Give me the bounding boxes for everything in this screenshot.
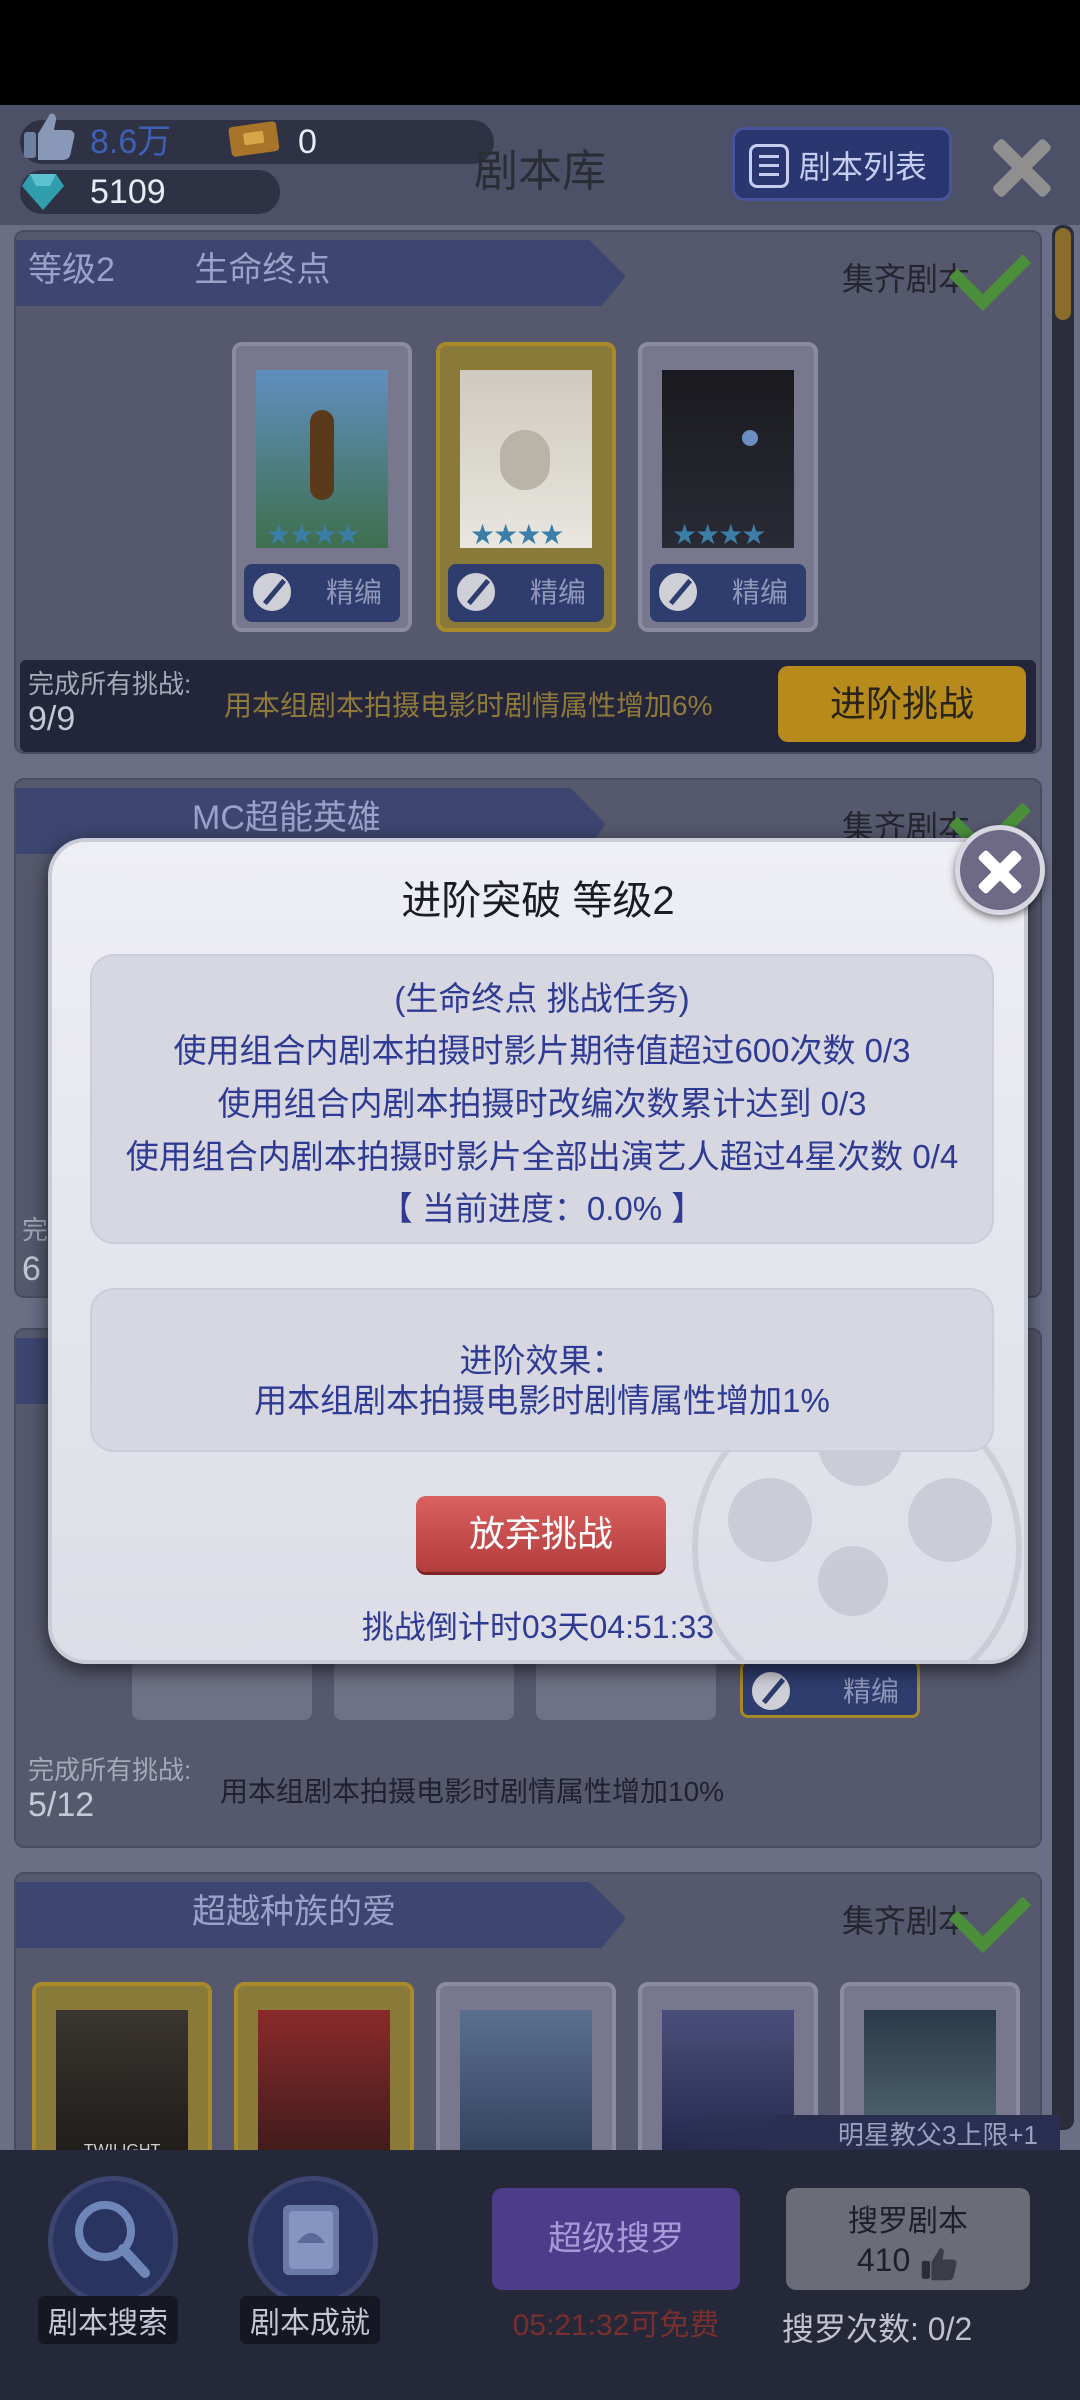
super-search-button[interactable]: 超级搜罗: [492, 2188, 740, 2290]
pen-icon: [749, 1669, 793, 1713]
script-card[interactable]: TWILIGHT: [32, 1982, 212, 2166]
slot-indicator: [334, 1660, 514, 1720]
tickets-value: 0: [298, 123, 317, 161]
group-effect: 用本组剧本拍摄电影时剧情属性增加10%: [220, 1776, 725, 1807]
advance-effect-box: 进阶效果： 用本组剧本拍摄电影时剧情属性增加1%: [90, 1288, 994, 1452]
abandon-challenge-button[interactable]: 放弃挑战: [416, 1496, 666, 1572]
diamond-icon: [22, 174, 64, 210]
search-cost-value: 410: [856, 2242, 911, 2278]
page-title: 剧本库: [474, 147, 606, 196]
reel-hole: [728, 1478, 812, 1562]
group-name: 超越种族的爱: [192, 1893, 396, 1931]
group-name: MC超能英雄: [192, 799, 381, 837]
pen-icon: [250, 570, 294, 614]
group-effect: 用本组剧本拍摄电影时剧情属性增加6%: [224, 690, 713, 721]
diamond-counter: 5109: [20, 170, 280, 214]
script-search-button[interactable]: [48, 2176, 178, 2306]
challenge-task-box: (生命终点 挑战任务) 使用组合内剧本拍摄时影片期待值超过600次数 0/3 使…: [90, 954, 994, 1244]
advance-breakthrough-dialog: 进阶突破 等级2 (生命终点 挑战任务) 使用组合内剧本拍摄时影片期待值超过60…: [48, 838, 1028, 1664]
edit-button[interactable]: 精编: [244, 564, 400, 622]
task-header: (生命终点 挑战任务): [394, 980, 690, 1017]
edit-label: 精编: [325, 577, 382, 608]
star-bonus-banner: 明星教父3上限+1: [680, 2115, 1060, 2155]
slot-indicator: [536, 1660, 716, 1720]
magnifier-icon: [75, 2201, 150, 2278]
script-group-panel: 等级2 生命终点 集齐剧本 ★★★★ 精编 ★★★★ 精编 ★★★★ 精编 完成…: [14, 228, 1042, 754]
close-icon[interactable]: [955, 825, 1045, 915]
current-progress: 【 当前进度：0.0% 】: [379, 1190, 705, 1227]
thumbs-up-icon: [24, 113, 75, 160]
free-timer: 05:21:32可免费: [512, 2309, 720, 2342]
challenge-progress-row: 完成所有挑战: 9/9 用本组剧本拍摄电影时剧情属性增加6% 进阶挑战: [20, 660, 1036, 752]
effect-text: 用本组剧本拍摄电影时剧情属性增加1%: [254, 1382, 830, 1419]
advance-challenge-button[interactable]: 进阶挑战: [778, 666, 1026, 742]
game-screen: 8.6万 0 5109 剧本库 剧本列表 等级2 生命终点 集齐剧本 ★★★★ …: [0, 0, 1080, 2400]
edit-button[interactable]: 精编: [650, 564, 806, 622]
search-script-button[interactable]: 搜罗剧本 410: [786, 2188, 1030, 2290]
challenge-progress-row: 完成所有挑战: 5/12 用本组剧本拍摄电影时剧情属性增加10%: [20, 1746, 1036, 1838]
status-bar: [0, 0, 1080, 105]
script-card[interactable]: [234, 1982, 414, 2166]
edit-label: 精编: [842, 1676, 899, 1707]
search-cost: 410: [786, 2242, 1030, 2283]
edit-label: 精编: [731, 577, 788, 608]
edit-button[interactable]: 精编: [740, 1660, 920, 1718]
script-card[interactable]: ★★★★ 精编: [232, 342, 412, 632]
book-icon: [283, 2205, 339, 2275]
dialog-title: 进阶突破 等级2: [401, 879, 675, 923]
thumbs-up-icon: [921, 2247, 957, 2280]
ticket-icon: [228, 121, 280, 157]
list-icon: [749, 144, 789, 188]
script-achievement-button[interactable]: [248, 2176, 378, 2306]
edit-button[interactable]: 精编: [448, 564, 604, 622]
script-card[interactable]: ★★★★ 精编: [638, 342, 818, 632]
group-ribbon: 等级2 生命终点: [16, 240, 626, 306]
task-item: 使用组合内剧本拍摄时影片期待值超过600次数 0/3: [173, 1032, 911, 1069]
script-card[interactable]: [436, 1982, 616, 2166]
script-poster: [258, 2010, 390, 2166]
search-count: 搜罗次数: 0/2: [782, 2311, 973, 2347]
challenge-countdown: 挑战倒计时03天04:51:33: [361, 1609, 715, 1645]
group-name: 生命终点: [194, 251, 331, 289]
pen-icon: [454, 570, 498, 614]
script-list-label: 剧本列表: [798, 149, 927, 185]
scrollbar[interactable]: [1052, 225, 1074, 2130]
script-poster: [460, 2010, 592, 2166]
star-rating: ★★★★: [470, 519, 564, 550]
group-ribbon: 超越种族的爱: [16, 1882, 626, 1948]
script-poster: TWILIGHT: [56, 2010, 188, 2166]
diamonds-value: 5109: [90, 173, 166, 211]
progress-label: 完成所有挑战:: [28, 1755, 192, 1785]
scrollbar-thumb[interactable]: [1055, 228, 1071, 320]
close-icon[interactable]: [990, 135, 1054, 199]
progress-label: 完成所有挑战:: [28, 669, 192, 699]
progress-label: 完: [22, 1215, 49, 1245]
reel-hole: [908, 1478, 992, 1562]
edit-label: 精编: [529, 577, 586, 608]
task-item: 使用组合内剧本拍摄时影片全部出演艺人超过4星次数 0/4: [125, 1138, 959, 1175]
script-search-label: 剧本搜索: [38, 2296, 178, 2344]
group-level: 等级2: [28, 251, 115, 289]
star-rating: ★★★★: [672, 519, 766, 550]
star-rating: ★★★★: [266, 519, 360, 550]
script-list-button[interactable]: 剧本列表: [732, 127, 952, 201]
progress-count: 9/9: [28, 700, 76, 738]
search-script-label: 搜罗剧本: [848, 2205, 968, 2238]
progress-count: 5/12: [28, 1786, 95, 1824]
progress-count: 6: [22, 1250, 41, 1288]
pen-icon: [656, 570, 700, 614]
script-achievement-label: 剧本成就: [240, 2296, 380, 2344]
script-card[interactable]: ★★★★ 精编: [436, 342, 616, 632]
task-item: 使用组合内剧本拍摄时改编次数累计达到 0/3: [217, 1085, 867, 1122]
slot-indicator: [132, 1660, 312, 1720]
likes-value: 8.6万: [90, 123, 172, 161]
